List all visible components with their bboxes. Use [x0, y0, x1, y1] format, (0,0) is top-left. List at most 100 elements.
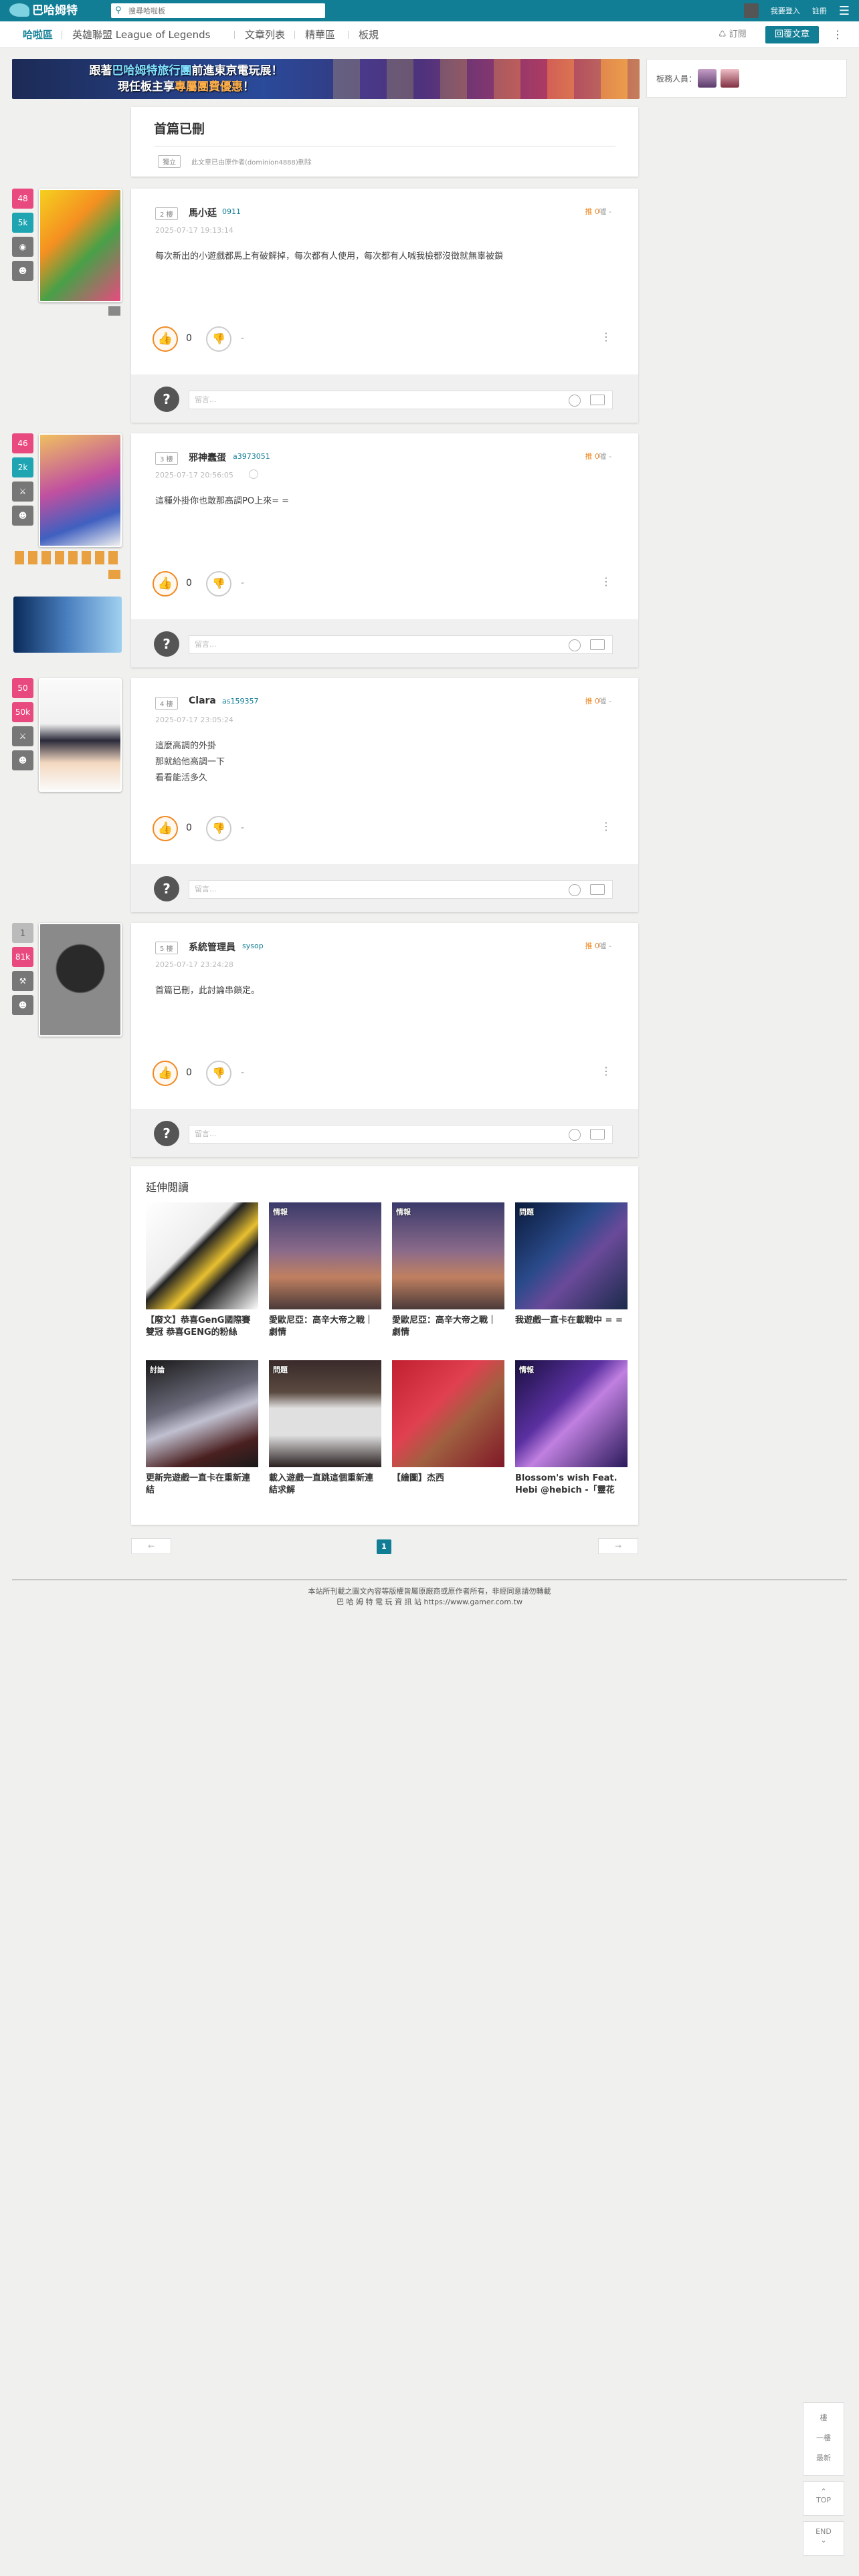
floor-number: 3 樓 [155, 452, 178, 465]
next-page-button[interactable]: → [598, 1538, 638, 1554]
more-options-icon[interactable]: ⋮ [601, 1065, 611, 1077]
more-options-icon[interactable]: ⋮ [601, 575, 611, 588]
emoji-icon[interactable] [569, 884, 581, 896]
nav-featured[interactable]: 精華區 [305, 21, 335, 48]
nav-divider [294, 31, 295, 39]
post-body: 這麼高調的外掛 那就給他高調一下 看看能活多久 [155, 738, 610, 786]
banner-line2-a: 現任板主享 [118, 80, 175, 94]
author-avatar[interactable] [39, 678, 122, 792]
top-label: TOP [816, 2496, 831, 2504]
menu-icon[interactable]: ☰ [839, 4, 850, 18]
author-name[interactable]: 邪神蠢蛋 [189, 451, 226, 464]
register-link[interactable]: 註冊 [812, 5, 827, 16]
comment-input[interactable]: 留言... [189, 391, 613, 409]
nav-article-list[interactable]: 文章列表 [245, 21, 285, 48]
author-id[interactable]: as159357 [222, 697, 258, 706]
author-id[interactable]: 0911 [222, 207, 241, 216]
emoji-icon[interactable] [569, 1129, 581, 1141]
login-link[interactable]: 我要登入 [771, 5, 800, 16]
reply-article-button[interactable]: 回覆文章 [765, 26, 820, 43]
thumbs-down-icon[interactable]: 👎 [206, 571, 231, 597]
related-item[interactable]: 情報 愛歐尼亞：高辛大帝之戰｜劇情 [392, 1202, 504, 1339]
latest-floor-button[interactable]: 最新 [803, 2448, 844, 2468]
first-floor-button[interactable]: 一樓 [803, 2428, 844, 2448]
author-id[interactable]: sysop [242, 942, 264, 950]
related-thumbnail: 問題 [515, 1202, 628, 1309]
nav-hala[interactable]: 哈啦區 [23, 21, 53, 48]
related-item[interactable]: 【廢文】恭喜GenG國際賽雙冠 恭喜GENG的粉絲 [146, 1202, 258, 1339]
banner-line1-b: 前進東京電玩展！ [191, 64, 283, 78]
user-avatar[interactable] [743, 3, 759, 18]
image-upload-icon[interactable] [590, 884, 605, 895]
bp-count: - [241, 333, 245, 344]
floor-input-label[interactable]: 樓 [803, 2408, 844, 2428]
gp-count-top: 推 0 [585, 942, 600, 950]
related-item[interactable]: 【繪圖】杰西 [392, 1360, 504, 1497]
thumbs-up-icon[interactable]: 👍 [153, 816, 178, 841]
level-badge: 50 [12, 678, 33, 698]
related-thumbnail: 問題 [269, 1360, 381, 1467]
thumbs-down-icon[interactable]: 👎 [206, 816, 231, 841]
thumbs-down-icon[interactable]: 👎 [206, 1061, 231, 1086]
thumbs-up-icon[interactable]: 👍 [153, 571, 178, 597]
related-tag: 問題 [273, 1366, 288, 1374]
author-avatar[interactable] [39, 433, 122, 547]
image-upload-icon[interactable] [590, 395, 605, 405]
gp-count: 0 [186, 333, 192, 344]
moderators-label: 板務人員： [656, 74, 697, 84]
commenter-avatar: ? [154, 387, 179, 412]
author-avatar[interactable] [39, 189, 122, 302]
comment-input[interactable]: 留言... [189, 1125, 613, 1144]
pagination: ← 1 → [131, 1538, 638, 1555]
related-item[interactable]: 問題 我遊戲一直卡在載戰中 = = [515, 1202, 628, 1339]
promo-banner[interactable]: 跟著巴哈姆特旅行團前進東京電玩展！ 現任板主享專屬團費優惠！ [12, 59, 640, 99]
commenter-avatar: ? [154, 631, 179, 657]
gp-badge: 81k [12, 947, 33, 967]
footer-copyright: 本站所刊載之圖文內容等版權皆屬原廠商或原作者所有，非經同意請勿轉載 [308, 1587, 551, 1596]
author-id[interactable]: a3973051 [233, 452, 270, 461]
site-logo[interactable]: 巴哈姆特 [9, 3, 103, 19]
related-caption: 載入遊戲一直跳這個重新連結求解 [269, 1473, 374, 1495]
author-name[interactable]: 系統管理員 [189, 940, 235, 954]
related-caption: 愛歐尼亞：高辛大帝之戰｜劇情 [392, 1315, 497, 1337]
more-options-icon[interactable]: ⋮ [601, 330, 611, 343]
related-tag: 討論 [150, 1366, 165, 1374]
footer-site[interactable]: 巴 哈 姆 特 電 玩 資 訊 站 https://www.gamer.com.… [0, 1597, 859, 1608]
emoji-icon[interactable] [569, 395, 581, 407]
related-item[interactable]: 問題 載入遊戲一直跳這個重新連結求解 [269, 1360, 381, 1497]
nav-board[interactable]: 英雄聯盟 League of Legends [72, 21, 210, 48]
moderator-avatar[interactable] [721, 69, 739, 88]
emoji-icon[interactable] [569, 639, 581, 651]
subscribe-button[interactable]: ♺ 訂閱 [719, 26, 747, 43]
nav-rules[interactable]: 板規 [359, 21, 379, 48]
end-button[interactable]: END ⌄ [803, 2521, 844, 2556]
image-upload-icon[interactable] [590, 639, 605, 650]
search-icon[interactable]: ⚲ [115, 5, 122, 15]
related-item[interactable]: 情報 愛歐尼亞：高辛大帝之戰｜劇情 [269, 1202, 381, 1339]
moderator-avatar[interactable] [698, 69, 717, 88]
gp-count-top: 推 0 [585, 207, 600, 216]
comment-input[interactable]: 留言... [189, 880, 613, 899]
top-button[interactable]: ⌃ TOP [803, 2481, 844, 2516]
gp-count: 0 [186, 1067, 192, 1078]
prev-page-button[interactable]: ← [131, 1538, 171, 1554]
related-item[interactable]: 情報 Blossom's wish Feat. Hebi @hebich -「靈… [515, 1360, 628, 1497]
related-item[interactable]: 討論 更新完遊戲一直卡在重新連結 [146, 1360, 258, 1497]
current-page[interactable]: 1 [377, 1539, 391, 1554]
more-options-icon[interactable]: ⋮ [601, 820, 611, 833]
thumbs-up-icon[interactable]: 👍 [153, 1061, 178, 1086]
post-body: 這種外掛你也敢那高調PO上來= = [155, 494, 610, 510]
related-thumbnail [392, 1360, 504, 1467]
thumbs-up-icon[interactable]: 👍 [153, 326, 178, 352]
author-avatar[interactable] [39, 923, 122, 1037]
image-upload-icon[interactable] [590, 1129, 605, 1140]
thumbs-down-icon[interactable]: 👎 [206, 326, 231, 352]
author-name[interactable]: Clara [189, 695, 216, 706]
post-line: 這種外掛你也敢那高調PO上來= = [155, 496, 289, 506]
comment-input[interactable]: 留言... [189, 635, 613, 654]
author-name[interactable]: 馬小廷 [189, 206, 217, 219]
related-thumbnail: 情報 [269, 1202, 381, 1309]
more-options-icon[interactable]: ⋮ [832, 26, 843, 43]
search-input[interactable] [128, 5, 316, 17]
related-caption: 我遊戲一直卡在載戰中 = = [515, 1315, 623, 1325]
